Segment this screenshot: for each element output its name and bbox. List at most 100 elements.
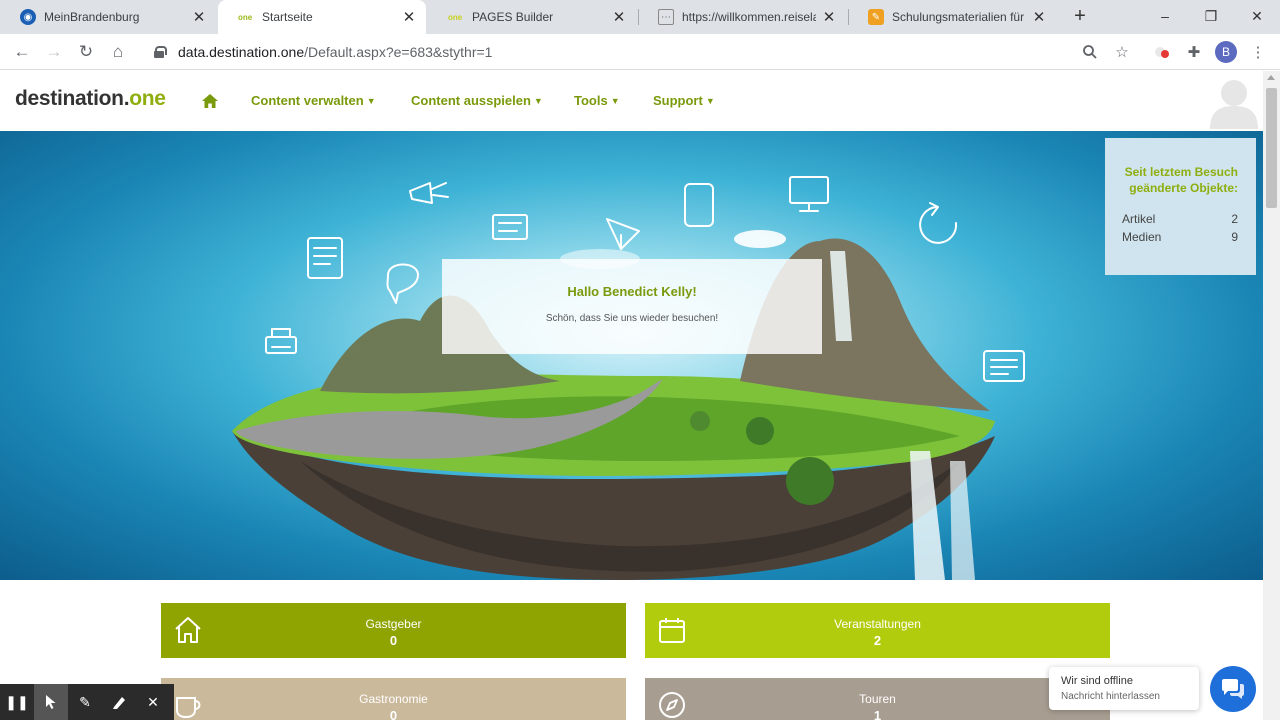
reload-icon[interactable]: ↻ bbox=[72, 38, 100, 66]
browser-tab-strip: ◉ MeinBrandenburg ✕ one Startseite ✕ one… bbox=[0, 0, 1280, 34]
menu-label: Content ausspielen bbox=[411, 93, 531, 108]
brandenburg-favicon: ◉ bbox=[20, 9, 36, 25]
scroll-up-arrow-icon[interactable] bbox=[1267, 75, 1275, 80]
changes-count: 2 bbox=[1231, 212, 1238, 226]
tile-count: 0 bbox=[389, 633, 398, 648]
menu-content-ausspielen[interactable]: Content ausspielen ▼ bbox=[411, 93, 543, 108]
changes-panel: Seit letztem Besuch geänderte Objekte: A… bbox=[1105, 138, 1256, 275]
pen-tool-icon[interactable]: ✎ bbox=[68, 684, 102, 720]
tab-willkommen[interactable]: ⋯ https://willkommen.reiseland... ✕ bbox=[638, 0, 846, 34]
minimize-button[interactable]: – bbox=[1142, 0, 1188, 32]
window-close-button[interactable]: ✕ bbox=[1234, 0, 1280, 32]
menu-label: Content verwalten bbox=[251, 93, 364, 108]
profile-avatar[interactable]: B bbox=[1214, 40, 1238, 64]
chat-action: Nachricht hinterlassen bbox=[1061, 691, 1160, 702]
tile-touren[interactable]: Touren 1 bbox=[645, 678, 1110, 720]
materials-favicon: ✎ bbox=[868, 9, 884, 25]
close-icon[interactable]: ✕ bbox=[186, 4, 212, 30]
annotation-toolbar: ❚❚ ✎ ✕ bbox=[0, 684, 174, 720]
tile-gastgeber[interactable]: Gastgeber 0 bbox=[161, 603, 626, 658]
extension-record-icon[interactable] bbox=[1150, 40, 1174, 64]
welcome-box: Hallo Benedict Kelly! Schön, dass Sie un… bbox=[442, 259, 822, 354]
home-icon[interactable]: ⌂ bbox=[104, 38, 132, 66]
chat-offline-bubble[interactable]: Wir sind offline Nachricht hinterlassen bbox=[1049, 667, 1199, 710]
tab-title: Schulungsmaterialien für M... bbox=[892, 10, 1026, 24]
close-icon[interactable]: ✕ bbox=[136, 684, 170, 720]
house-icon bbox=[175, 617, 201, 643]
svg-text:one: one bbox=[448, 13, 463, 21]
caret-down-icon: ▼ bbox=[705, 95, 715, 106]
home-icon[interactable] bbox=[201, 93, 219, 109]
menu-tools[interactable]: Tools ▼ bbox=[574, 93, 620, 108]
destination-one-favicon: one bbox=[448, 9, 464, 25]
changes-row-artikel[interactable]: Artikel 2 bbox=[1122, 212, 1238, 226]
more-menu-icon[interactable]: ⋮ bbox=[1246, 40, 1270, 64]
tile-label: Gastgeber bbox=[365, 617, 422, 631]
tile-veranstaltungen[interactable]: Veranstaltungen 2 bbox=[645, 603, 1110, 658]
address-bar[interactable]: data.destination.one/Default.aspx?e=683&… bbox=[144, 38, 1144, 66]
restore-button[interactable]: ❐ bbox=[1188, 0, 1234, 32]
tab-title: Startseite bbox=[262, 10, 313, 24]
new-tab-button[interactable]: + bbox=[1068, 4, 1092, 28]
floating-island-illustration bbox=[232, 176, 1025, 580]
svg-text:one: one bbox=[238, 13, 253, 21]
tile-count: 2 bbox=[873, 633, 882, 648]
chat-button[interactable] bbox=[1210, 666, 1256, 712]
tab-schulungsmaterialien[interactable]: ✎ Schulungsmaterialien für M... ✕ bbox=[848, 0, 1056, 34]
welcome-title: Hallo Benedict Kelly! bbox=[567, 284, 697, 299]
destination-one-favicon: one bbox=[238, 9, 254, 25]
page-scrollbar[interactable] bbox=[1263, 71, 1280, 720]
close-icon[interactable]: ✕ bbox=[606, 4, 632, 30]
caret-down-icon: ▼ bbox=[533, 95, 543, 106]
tab-title: PAGES Builder bbox=[472, 10, 554, 24]
tab-startseite[interactable]: one Startseite ✕ bbox=[218, 0, 426, 34]
menu-content-verwalten[interactable]: Content verwalten ▼ bbox=[251, 93, 376, 108]
tile-label: Veranstaltungen bbox=[834, 617, 921, 631]
site-header: destination.one Content verwalten ▼ Conte… bbox=[0, 71, 1263, 131]
tab-title: MeinBrandenburg bbox=[44, 10, 140, 24]
caret-down-icon: ▼ bbox=[610, 95, 620, 106]
close-icon[interactable]: ✕ bbox=[816, 4, 842, 30]
highlighter-tool-icon[interactable] bbox=[102, 684, 136, 720]
forward-arrow-icon[interactable]: → bbox=[40, 38, 68, 66]
changes-row-medien[interactable]: Medien 9 bbox=[1122, 230, 1238, 244]
changes-label: Medien bbox=[1122, 230, 1162, 244]
scrollbar-thumb[interactable] bbox=[1266, 88, 1277, 208]
tile-gastronomie[interactable]: Gastronomie 0 bbox=[161, 678, 626, 720]
user-avatar-icon[interactable] bbox=[1208, 73, 1260, 129]
url-path: /Default.aspx?e=683&stythr=1 bbox=[304, 44, 493, 60]
chat-bubble-icon bbox=[1222, 679, 1244, 699]
cup-icon bbox=[176, 697, 201, 719]
caret-down-icon: ▼ bbox=[366, 95, 376, 106]
tile-count: 0 bbox=[389, 708, 398, 720]
welcome-subtitle: Schön, dass Sie uns wieder besuchen! bbox=[545, 313, 719, 324]
compass-icon bbox=[659, 692, 685, 718]
tab-pages-builder[interactable]: one PAGES Builder ✕ bbox=[428, 0, 636, 34]
blank-page-favicon: ⋯ bbox=[658, 9, 674, 25]
browser-toolbar: ← → ↻ ⌂ data.destination.one/Default.asp… bbox=[0, 34, 1280, 70]
calendar-icon bbox=[659, 618, 685, 643]
close-icon[interactable]: ✕ bbox=[1026, 4, 1052, 30]
back-arrow-icon[interactable]: ← bbox=[8, 38, 36, 66]
menu-label: Support bbox=[653, 93, 703, 108]
changes-title: Seit letztem Besuch geänderte Objekte: bbox=[1124, 165, 1238, 195]
extensions-puzzle-icon[interactable]: ✚ bbox=[1182, 40, 1206, 64]
tab-title: https://willkommen.reiseland... bbox=[682, 10, 816, 24]
close-icon[interactable]: ✕ bbox=[396, 4, 422, 30]
tile-label: Touren bbox=[859, 692, 896, 706]
changes-count: 9 bbox=[1231, 230, 1238, 244]
logo-tld: one bbox=[129, 87, 166, 110]
pause-icon[interactable]: ❚❚ bbox=[0, 684, 34, 720]
tab-meinbrandenburg[interactable]: ◉ MeinBrandenburg ✕ bbox=[0, 0, 216, 34]
menu-label: Tools bbox=[574, 93, 608, 108]
menu-support[interactable]: Support ▼ bbox=[653, 93, 715, 108]
destination-one-logo[interactable]: destination.one bbox=[15, 87, 166, 111]
zoom-search-icon[interactable] bbox=[1078, 40, 1102, 64]
bookmark-star-icon[interactable]: ☆ bbox=[1110, 40, 1134, 64]
logo-name: destination. bbox=[15, 87, 130, 110]
hero-banner: Hallo Benedict Kelly! Schön, dass Sie un… bbox=[0, 131, 1263, 580]
tile-label: Gastronomie bbox=[359, 692, 428, 706]
url-host: data.destination.one bbox=[178, 44, 305, 60]
lock-icon bbox=[154, 46, 167, 58]
pointer-tool-icon[interactable] bbox=[34, 684, 68, 720]
